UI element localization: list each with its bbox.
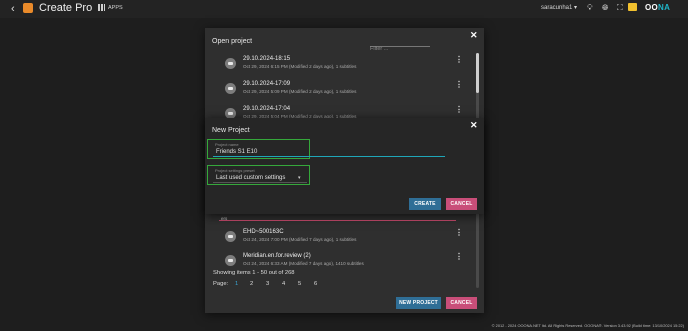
project-name-input[interactable]: Friends S1 E10 xyxy=(216,148,257,156)
apps-label: APPS xyxy=(108,5,123,11)
folder-icon xyxy=(225,255,236,266)
scrollbar-thumb[interactable] xyxy=(476,53,479,93)
dialog-title: New Project xyxy=(212,127,250,134)
cancel-button[interactable]: CANCEL xyxy=(446,198,477,210)
page-label: Page: xyxy=(213,281,229,287)
page-link-3[interactable]: 3 xyxy=(266,280,269,288)
page-link-5[interactable]: 5 xyxy=(298,280,301,288)
chat-icon[interactable] xyxy=(628,3,637,11)
project-name: 29.10.2024-18:15 xyxy=(243,56,291,62)
project-list-item[interactable]: 29.10.2024-18:15 Oct 29, 2024 6:15 PM (M… xyxy=(221,55,471,77)
preset-select[interactable]: Last used custom settings xyxy=(216,174,285,182)
filter-field[interactable] xyxy=(370,37,430,54)
preset-label: Project settings preset xyxy=(215,168,255,173)
app-logo-icon xyxy=(23,3,33,13)
more-vert-icon[interactable]: ⋮ xyxy=(455,229,463,237)
close-icon[interactable]: ✕ xyxy=(470,30,478,40)
close-icon[interactable]: ✕ xyxy=(470,120,478,130)
back-arrow-icon[interactable]: ‹ xyxy=(11,3,15,15)
globe-icon[interactable]: 🌐︎ xyxy=(602,3,608,13)
apps-grid-icon xyxy=(98,4,105,12)
create-button[interactable]: CREATE xyxy=(409,198,441,210)
more-vert-icon[interactable]: ⋮ xyxy=(455,253,463,261)
folder-icon xyxy=(225,83,236,94)
cancel-button[interactable]: CANCEL xyxy=(446,297,477,309)
new-project-dialog: New Project ✕ Project name Friends S1 E1… xyxy=(205,118,484,214)
page-link-2[interactable]: 2 xyxy=(250,280,253,288)
app-title: Create Pro xyxy=(39,2,93,14)
project-name-label: Project name xyxy=(215,142,239,147)
user-menu[interactable]: saracunha1 ▾ xyxy=(541,4,577,13)
project-list-item[interactable]: 29.10.2024-17:09 Oct 29, 2024 5:09 PM (M… xyxy=(221,80,471,102)
project-name: 29.10.2024-17:04 xyxy=(243,106,291,112)
folder-icon xyxy=(225,58,236,69)
input-underline xyxy=(213,156,445,157)
page-link-6[interactable]: 6 xyxy=(314,280,317,288)
more-vert-icon[interactable]: ⋮ xyxy=(455,56,463,64)
filter-input[interactable] xyxy=(370,44,430,54)
project-meta: Oct 29, 2024 5:09 PM (Modified 2 days ag… xyxy=(243,89,357,94)
more-vert-icon[interactable]: ⋮ xyxy=(455,106,463,114)
project-meta: Oct 24, 2024 6:33 AM (Modified 7 days ag… xyxy=(243,261,364,266)
showing-items-text: Showing items 1 - 50 out of 268 xyxy=(213,270,295,276)
dialog-title: Open project xyxy=(212,38,253,45)
project-name: Meridian.en.for.review (2) xyxy=(243,253,311,259)
highlight-line xyxy=(219,220,456,221)
new-project-button[interactable]: NEW PROJECT xyxy=(396,297,441,309)
footer-text: © 2012 - 2024 OOONA.NET ltd. All Rights … xyxy=(491,323,684,328)
project-meta: Oct 29, 2024 6:15 PM (Modified 2 days ag… xyxy=(243,64,357,69)
folder-icon xyxy=(225,231,236,242)
project-name: EHD~500163C xyxy=(243,229,284,235)
page-link-4[interactable]: 4 xyxy=(282,280,285,288)
fullscreen-icon[interactable]: ⛶ xyxy=(617,3,623,13)
chevron-down-icon[interactable]: ▾ xyxy=(298,175,301,181)
page-link-1[interactable]: 1 xyxy=(235,280,238,288)
ooona-logo: OONA xyxy=(645,3,671,12)
apps-menu[interactable]: APPS xyxy=(98,4,123,13)
more-vert-icon[interactable]: ⋮ xyxy=(455,81,463,89)
project-meta: Oct 24, 2024 7:00 PM (Modified 7 days ag… xyxy=(243,237,357,242)
select-underline xyxy=(213,182,307,183)
project-list-item[interactable]: EHD~500163C Oct 24, 2024 7:00 PM (Modifi… xyxy=(221,228,471,250)
lightbulb-icon[interactable]: 💡︎ xyxy=(587,3,593,13)
top-bar: ‹ Create Pro APPS saracunha1 ▾ 💡︎ 🌐︎ ⛶ O… xyxy=(0,0,688,18)
username: saracunha1 xyxy=(541,5,573,11)
project-name: 29.10.2024-17:09 xyxy=(243,81,291,87)
